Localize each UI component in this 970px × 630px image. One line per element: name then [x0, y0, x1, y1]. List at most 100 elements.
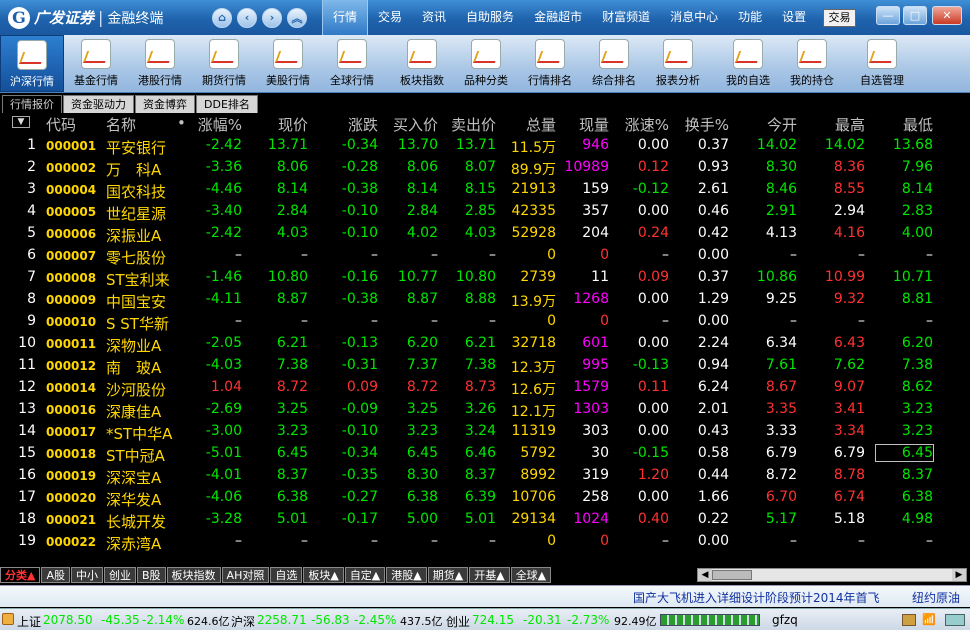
sheet-tab-8[interactable]: 板块▲: [303, 567, 344, 583]
table-row[interactable]: 18 000021 长城开发 -3.28 5.01 -0.17 5.00 5.01 29134 1…: [0, 509, 970, 531]
news-headline[interactable]: 国产大飞机进入详细设计阶段预计2014年首飞: [633, 589, 880, 606]
col-header-6[interactable]: 买入价: [393, 114, 438, 135]
toolbar-button-5[interactable]: 全球行情: [320, 35, 384, 92]
toolbar-button-12[interactable]: 我的持仓: [780, 35, 844, 92]
sheet-tab-12[interactable]: 开基▲: [469, 567, 510, 583]
toolbar-chart-icon: [17, 40, 47, 70]
toolbar-button-0[interactable]: 沪深行情: [0, 35, 64, 92]
table-row[interactable]: 8 000009 中国宝安 -4.11 8.87 -0.38 8.87 8.88 13.9万 12…: [0, 289, 970, 311]
table-row[interactable]: 7 000008 ST宝利来 -1.46 10.80 -0.16 10.77 10.80 273…: [0, 267, 970, 289]
sheet-tab-3[interactable]: 创业: [104, 567, 136, 583]
toolbar-button-1[interactable]: 基金行情: [64, 35, 128, 92]
sheet-tab-9[interactable]: 自定▲: [344, 567, 386, 583]
menu-item-6[interactable]: 消息中心: [660, 0, 728, 35]
sheet-tab-6[interactable]: AH对照: [221, 567, 270, 583]
toolbar-button-10[interactable]: 报表分析: [646, 35, 710, 92]
col-header-12[interactable]: 今开: [767, 114, 797, 135]
menu-item-1[interactable]: 交易: [368, 0, 412, 35]
collapse-icon[interactable]: ︽: [287, 7, 307, 28]
horizontal-scrollbar[interactable]: ◀ ▶: [697, 568, 967, 582]
home-icon[interactable]: ⌂: [212, 7, 232, 28]
high-price: 5.18: [833, 511, 865, 527]
scroll-thumb[interactable]: [712, 570, 752, 580]
toolbar-button-3[interactable]: 期货行情: [192, 35, 256, 92]
news-ticker[interactable]: 国产大飞机进入详细设计阶段预计2014年首飞 纽约原油: [0, 585, 970, 607]
table-row[interactable]: 10 000011 深物业A -2.05 6.21 -0.13 6.20 6.21 32718 6…: [0, 333, 970, 355]
sheet-tab-13[interactable]: 全球▲: [510, 567, 552, 583]
col-header-11[interactable]: 换手%: [685, 114, 729, 135]
stock-name: 沙河股份: [106, 381, 167, 399]
table-row[interactable]: 11 000012 南 玻A -4.03 7.38 -0.31 7.37 7.38 12.3万 9…: [0, 355, 970, 377]
menu-item-4[interactable]: 金融超市: [524, 0, 592, 35]
scroll-right-icon[interactable]: ▶: [952, 569, 966, 581]
table-row[interactable]: 5 000006 深振业A -2.42 4.03 -0.10 4.02 4.03 52928 20…: [0, 223, 970, 245]
sheet-tab-0[interactable]: 分类▲: [0, 567, 41, 583]
toolbar-button-6[interactable]: 板块指数: [390, 35, 454, 92]
status-icon[interactable]: [2, 613, 14, 625]
sheet-tab-5[interactable]: 板块指数: [166, 567, 221, 583]
toolbar-button-8[interactable]: 行情排名: [518, 35, 582, 92]
table-row[interactable]: 4 000005 世纪星源 -3.40 2.84 -0.10 2.84 2.85 42335 35…: [0, 201, 970, 223]
network-icon[interactable]: [945, 614, 965, 626]
menu-item-0[interactable]: 行情: [322, 0, 369, 35]
tab-0[interactable]: 行情报价: [2, 95, 62, 113]
col-header-4[interactable]: 现价: [278, 114, 308, 135]
col-header-10[interactable]: 涨速%: [625, 114, 669, 135]
menu-item-5[interactable]: 财富频道: [592, 0, 660, 35]
table-row[interactable]: 12 000014 沙河股份 1.04 8.72 0.09 8.72 8.73 12.6万 157…: [0, 377, 970, 399]
minimize-icon[interactable]: —: [876, 6, 900, 25]
col-header-3[interactable]: 涨幅%: [198, 114, 242, 135]
table-row[interactable]: 2 000002 万 科A -3.36 8.06 -0.28 8.06 8.07 89.9万 10…: [0, 157, 970, 179]
toolbar-button-13[interactable]: 自选管理: [850, 35, 914, 92]
table-row[interactable]: 1 000001 平安银行 -2.42 13.71 -0.34 13.70 13.71 11.5…: [0, 135, 970, 157]
sort-dropdown-icon[interactable]: ▼: [12, 116, 30, 128]
close-icon[interactable]: ✕: [932, 6, 962, 25]
col-header-14[interactable]: 最低: [903, 114, 933, 135]
sheet-tab-7[interactable]: 自选: [270, 567, 303, 583]
table-row[interactable]: 16 000019 深深宝A -4.01 8.37 -0.35 8.30 8.37 8992 31…: [0, 465, 970, 487]
table-row[interactable]: 9 000010 S ST华新 – – – – – 0 0 – 0.00 – – –: [0, 311, 970, 333]
sheet-tab-11[interactable]: 期货▲: [427, 567, 469, 583]
col-header-9[interactable]: 现量: [579, 114, 609, 135]
toolbar-button-2[interactable]: 港股行情: [128, 35, 192, 92]
news-headline-2[interactable]: 纽约原油: [912, 589, 968, 606]
toolbar-button-7[interactable]: 品种分类: [454, 35, 518, 92]
menu-item-7[interactable]: 功能: [728, 0, 772, 35]
maximize-icon[interactable]: □: [903, 6, 927, 25]
forward-icon[interactable]: ›: [262, 7, 282, 28]
trade-button[interactable]: 交易: [823, 9, 856, 27]
tab-2[interactable]: 资金博弈: [135, 95, 195, 113]
table-row[interactable]: 14 000017 *ST中华A -3.00 3.23 -0.10 3.23 3.24 1131…: [0, 421, 970, 443]
menu-item-2[interactable]: 资讯: [412, 0, 456, 35]
col-header-5[interactable]: 涨跌: [348, 114, 378, 135]
table-row[interactable]: 17 000020 深华发A -4.06 6.38 -0.27 6.38 6.39 10706 2…: [0, 487, 970, 509]
lock-icon[interactable]: [902, 614, 916, 626]
sheet-tab-10[interactable]: 港股▲: [386, 567, 427, 583]
current-volume: 1579: [573, 379, 609, 395]
col-header-2[interactable]: •: [177, 114, 186, 132]
col-header-0[interactable]: 代码: [46, 114, 76, 135]
table-row[interactable]: 6 000007 零七股份 – – – – – 0 0 – 0.00 – – –: [0, 245, 970, 267]
tab-3[interactable]: DDE排名: [196, 95, 258, 113]
back-icon[interactable]: ‹: [237, 7, 257, 28]
signal-icon: 📶: [922, 613, 936, 626]
col-header-13[interactable]: 最高: [835, 114, 865, 135]
menu-item-8[interactable]: 设置: [772, 0, 816, 35]
col-header-1[interactable]: 名称: [106, 114, 136, 135]
sheet-tab-4[interactable]: B股: [137, 567, 166, 583]
menu-item-3[interactable]: 自助服务: [456, 0, 524, 35]
total-volume: 11319: [511, 423, 556, 439]
col-header-8[interactable]: 总量: [526, 114, 556, 135]
tab-1[interactable]: 资金驱动力: [63, 95, 134, 113]
toolbar-button-9[interactable]: 综合排名: [582, 35, 646, 92]
col-header-7[interactable]: 卖出价: [451, 114, 496, 135]
sheet-tab-2[interactable]: 中小: [71, 567, 103, 583]
table-row[interactable]: 13 000016 深康佳A -2.69 3.25 -0.09 3.25 3.26 12.1万 1…: [0, 399, 970, 421]
toolbar-button-11[interactable]: 我的自选: [716, 35, 780, 92]
table-row[interactable]: 19 000022 深赤湾A – – – – – 0 0 – 0.00 – – –: [0, 531, 970, 553]
table-row[interactable]: 15 000018 ST中冠A -5.01 6.45 -0.34 6.45 6.46 5792 3…: [0, 443, 970, 465]
scroll-left-icon[interactable]: ◀: [698, 569, 712, 581]
toolbar-button-4[interactable]: 美股行情: [256, 35, 320, 92]
sheet-tab-1[interactable]: A股: [41, 567, 70, 583]
table-row[interactable]: 3 000004 国农科技 -4.46 8.14 -0.38 8.14 8.15 21913 15…: [0, 179, 970, 201]
